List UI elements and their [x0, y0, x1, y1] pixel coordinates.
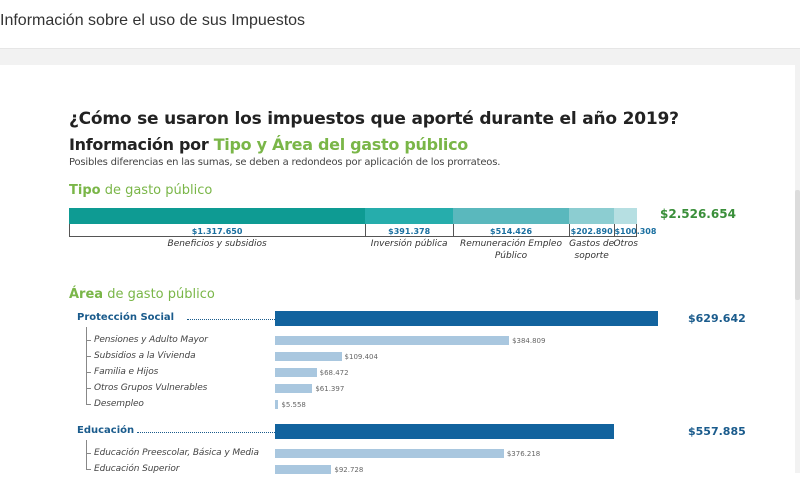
area-item-label: Otros Grupos Vulnerables: [94, 383, 208, 393]
scrollbar-thumb[interactable]: [795, 190, 800, 300]
area-item-amount: $376.218: [506, 450, 541, 458]
area-item-label: Subsidios a la Vivienda: [94, 351, 196, 361]
subtitle-accent: Tipo y Área del gasto público: [213, 135, 469, 154]
area-item-amount: $5.558: [281, 401, 306, 409]
tipo-title-bold: Tipo: [69, 183, 101, 198]
tipo-tick: [636, 224, 637, 237]
subtitle-prefix: Información por: [69, 135, 214, 154]
tipo-label: Remuneración Empleo Público: [460, 239, 562, 261]
area-item-bar: [275, 368, 317, 377]
area-category-label: Protección Social: [77, 312, 175, 323]
page-title: Información sobre el uso de sus Impuesto…: [0, 12, 306, 29]
tipo-segment: [453, 208, 569, 224]
tipo-label: Inversión pública: [370, 239, 448, 249]
area-tree-branch: [86, 404, 91, 405]
tipo-label: Beneficios y subsidios: [167, 239, 267, 249]
area-tree-line: [86, 327, 87, 404]
tipo-amount: $1.317.650: [191, 227, 243, 236]
tipo-label: Otros: [613, 239, 638, 249]
area-section-title: Área de gasto público: [69, 287, 215, 302]
area-item-bar: [275, 336, 510, 345]
area-tree-branch: [86, 453, 91, 454]
tipo-amount: $202.890: [570, 227, 613, 236]
area-item-amount: $68.472: [319, 369, 349, 377]
tipo-segment: [69, 208, 366, 224]
area-item-label: Pensiones y Adulto Mayor: [94, 335, 208, 345]
area-category-bar: [275, 311, 658, 326]
tipo-amount: $514.426: [490, 227, 533, 236]
area-tree-branch: [86, 469, 91, 470]
report-question: ¿Cómo se usaron los impuestos que aporté…: [69, 109, 679, 129]
area-tree-branch: [86, 372, 91, 373]
area-item-bar: [275, 384, 313, 393]
tipo-segment: [568, 208, 615, 224]
rounding-note: Posibles diferencias en las sumas, se de…: [69, 157, 501, 168]
tipo-baseline: [69, 236, 637, 237]
area-tree-branch: [86, 340, 91, 341]
area-item-amount: $109.404: [344, 353, 378, 361]
area-item-bar: [275, 400, 279, 409]
area-item-label: Educación Preescolar, Básica y Media: [94, 448, 259, 458]
area-category-leader: [136, 432, 275, 433]
area-category-leader: [187, 319, 275, 320]
area-category-total: $629.642: [688, 312, 746, 325]
area-tree-branch: [86, 388, 91, 389]
area-item-amount: $384.809: [512, 337, 546, 345]
area-tree-branch: [86, 356, 91, 357]
tipo-total: $2.526.654: [660, 207, 736, 221]
tipo-amount: $100.308: [614, 227, 656, 236]
area-category-total: $557.885: [688, 425, 746, 438]
area-item-bar: [275, 352, 342, 361]
page-header: Información sobre el uso de sus Impuesto…: [0, 0, 800, 49]
tipo-amount: $391.378: [388, 227, 431, 236]
area-category-bar: [275, 424, 615, 439]
report-subtitle: Información por Tipo y Área del gasto pú…: [69, 135, 468, 154]
area-item-label: Familia e Hijos: [94, 367, 159, 377]
tipo-title-rest: de gasto público: [100, 183, 213, 198]
area-item-amount: $61.397: [315, 385, 345, 393]
area-title-bold: Área: [69, 287, 104, 302]
area-title-rest: de gasto público: [103, 287, 215, 302]
tipo-segment: [614, 208, 637, 224]
tipo-segment: [365, 208, 454, 224]
area-tree-line: [86, 440, 87, 469]
area-item-bar: [275, 449, 504, 458]
area-item-label: Desempleo: [94, 399, 144, 409]
tipo-section-title: Tipo de gasto público: [69, 183, 212, 198]
area-category-label: Educación: [77, 425, 135, 436]
